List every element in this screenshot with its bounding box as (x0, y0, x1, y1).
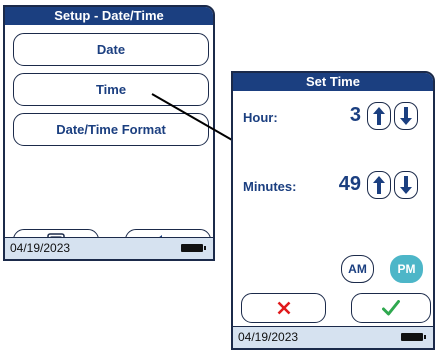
setup-date-time-screen: Setup - Date/Time Date Time Date/Time Fo… (3, 5, 215, 261)
date-time-format-button[interactable]: Date/Time Format (13, 113, 209, 146)
battery-icon (401, 333, 426, 341)
status-date: 04/19/2023 (10, 241, 71, 255)
cancel-button[interactable] (241, 293, 326, 323)
check-icon (382, 300, 400, 316)
down-arrow-icon (400, 107, 412, 125)
hour-label: Hour: (243, 110, 278, 125)
hour-down-button[interactable] (394, 102, 418, 130)
down-arrow-icon (400, 176, 412, 194)
am-button[interactable]: AM (341, 255, 374, 283)
hour-value: 3 (349, 104, 361, 126)
minutes-up-button[interactable] (367, 171, 391, 199)
status-bar: 04/19/2023 (233, 326, 433, 348)
screen-title: Set Time (233, 73, 433, 91)
hour-up-button[interactable] (367, 102, 391, 130)
minutes-label: Minutes: (243, 179, 297, 194)
date-button[interactable]: Date (13, 33, 209, 66)
battery-icon (181, 244, 206, 252)
up-arrow-icon (373, 107, 385, 125)
status-bar: 04/19/2023 (5, 237, 213, 259)
up-arrow-icon (373, 176, 385, 194)
set-time-screen: Set Time Hour: 3 Minutes: 49 AM PM 04/19… (231, 71, 435, 350)
status-date: 04/19/2023 (238, 330, 299, 344)
screen-title: Setup - Date/Time (5, 7, 213, 25)
minutes-value: 49 (338, 173, 361, 195)
minutes-down-button[interactable] (394, 171, 418, 199)
confirm-button[interactable] (351, 293, 431, 323)
x-icon (277, 301, 290, 315)
time-button[interactable]: Time (13, 73, 209, 106)
pm-button[interactable]: PM (390, 255, 423, 283)
